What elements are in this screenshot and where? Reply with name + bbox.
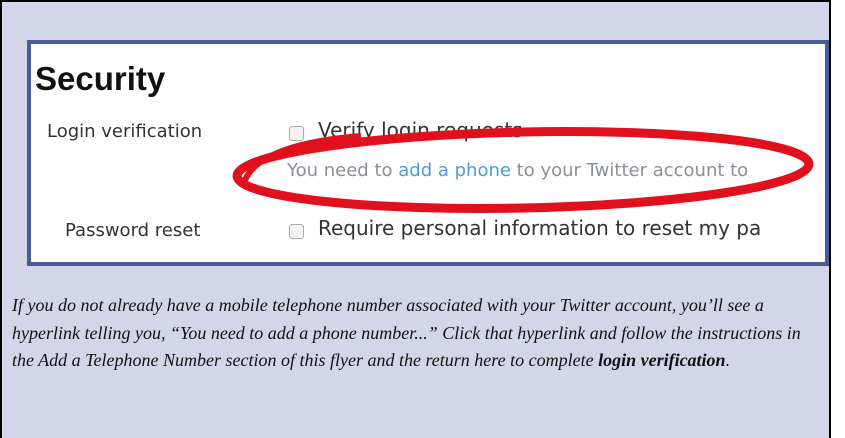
require-personal-info-checkbox[interactable]	[289, 224, 304, 239]
require-personal-info-label: Require personal information to reset my…	[318, 216, 762, 240]
section-title: Security	[35, 60, 166, 97]
password-reset-label: Password reset	[65, 220, 201, 241]
hint-text-after: to your Twitter account to	[510, 160, 749, 181]
cut-off-text	[287, 258, 291, 262]
hint-text-before: You need to	[287, 160, 399, 181]
security-settings-screenshot: Security Login verification Verify login…	[27, 40, 829, 266]
caption-bold: login verification	[598, 350, 726, 370]
add-phone-link[interactable]: add a phone	[398, 160, 511, 181]
caption-end: .	[725, 350, 731, 370]
flyer-panel: Security Login verification Verify login…	[0, 0, 831, 438]
verify-login-label: Verify login requests	[318, 118, 523, 142]
login-verification-label: Login verification	[47, 121, 203, 142]
add-phone-hint: You need to add a phone to your Twitter …	[287, 160, 748, 181]
verify-login-checkbox[interactable]	[289, 126, 304, 141]
instruction-caption: If you do not already have a mobile tele…	[12, 292, 812, 375]
